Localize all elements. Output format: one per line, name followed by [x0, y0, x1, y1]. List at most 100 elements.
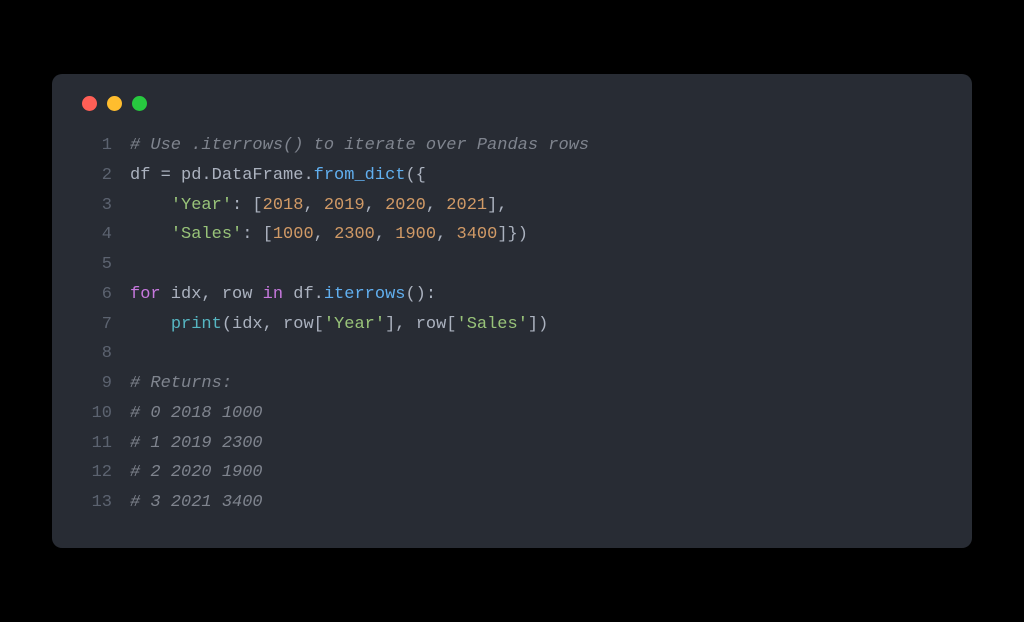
code-token: ,	[314, 225, 334, 244]
code-token: 2018	[263, 196, 304, 215]
line-number: 9	[78, 369, 112, 399]
code-token: in	[263, 285, 283, 304]
code-token: ():	[405, 285, 436, 304]
code-token: [	[314, 315, 324, 334]
code-content: # 2 2020 1900	[130, 458, 263, 488]
code-line: 11 # 1 2019 2300	[78, 429, 946, 459]
code-line: 8	[78, 339, 946, 369]
code-token: iterrows	[324, 285, 406, 304]
code-token: # 0 2018 1000	[130, 404, 263, 423]
maximize-icon[interactable]	[132, 96, 147, 111]
code-token: from_dict	[314, 166, 406, 185]
code-window: 1 # Use .iterrows() to iterate over Panda…	[52, 74, 972, 548]
code-token: : [	[242, 225, 273, 244]
code-token: 2019	[324, 196, 365, 215]
code-token: ,	[201, 285, 221, 304]
line-number: 13	[78, 488, 112, 518]
code-content: print(idx, row['Year'], row['Sales'])	[130, 310, 548, 340]
code-token: 'Sales'	[457, 315, 528, 334]
code-token: .	[201, 166, 211, 185]
code-token: ]})	[497, 225, 528, 244]
code-token: print	[171, 315, 222, 334]
code-line: 9 # Returns:	[78, 369, 946, 399]
code-token: idx	[161, 285, 202, 304]
line-number: 2	[78, 161, 112, 191]
code-token: ({	[405, 166, 425, 185]
code-token: df	[130, 166, 161, 185]
code-content: for idx, row in df.iterrows():	[130, 280, 436, 310]
code-content: 'Sales': [1000, 2300, 1900, 3400]})	[130, 220, 528, 250]
code-token: 2020	[385, 196, 426, 215]
code-content: 'Year': [2018, 2019, 2020, 2021],	[130, 191, 508, 221]
code-line: 5	[78, 250, 946, 280]
window-controls	[78, 96, 946, 111]
code-content: df = pd.DataFrame.from_dict({	[130, 161, 426, 191]
code-line: 6 for idx, row in df.iterrows():	[78, 280, 946, 310]
code-line: 1 # Use .iterrows() to iterate over Panda…	[78, 131, 946, 161]
line-number: 7	[78, 310, 112, 340]
code-token	[130, 315, 171, 334]
code-block: 1 # Use .iterrows() to iterate over Panda…	[78, 131, 946, 518]
code-token: =	[161, 166, 181, 185]
code-content: # 0 2018 1000	[130, 399, 263, 429]
code-token: ])	[528, 315, 548, 334]
code-token: [	[446, 315, 456, 334]
code-line: 10 # 0 2018 1000	[78, 399, 946, 429]
line-number: 6	[78, 280, 112, 310]
code-token: 'Year'	[324, 315, 385, 334]
code-token: 'Year'	[171, 196, 232, 215]
code-token: idx	[232, 315, 263, 334]
code-token	[130, 196, 171, 215]
code-token: ,	[303, 196, 323, 215]
code-line: 7 print(idx, row['Year'], row['Sales'])	[78, 310, 946, 340]
code-token: ,	[263, 315, 283, 334]
line-number: 10	[78, 399, 112, 429]
code-line: 2df = pd.DataFrame.from_dict({	[78, 161, 946, 191]
line-number: 5	[78, 250, 112, 280]
minimize-icon[interactable]	[107, 96, 122, 111]
line-number: 8	[78, 339, 112, 369]
code-content: # Use .iterrows() to iterate over Pandas…	[130, 131, 589, 161]
code-token: for	[130, 285, 161, 304]
code-token: 3400	[457, 225, 498, 244]
code-token: 'Sales'	[171, 225, 242, 244]
code-token: # Returns:	[130, 374, 232, 393]
code-token: # 1 2019 2300	[130, 434, 263, 453]
code-token: df	[283, 285, 314, 304]
code-token: row	[222, 285, 263, 304]
code-token: 2300	[334, 225, 375, 244]
code-token: # 3 2021 3400	[130, 493, 263, 512]
code-token: (	[222, 315, 232, 334]
code-token: ],	[487, 196, 507, 215]
code-token: 1000	[273, 225, 314, 244]
code-token	[130, 225, 171, 244]
code-token: ,	[426, 196, 446, 215]
line-number: 4	[78, 220, 112, 250]
code-token: 1900	[395, 225, 436, 244]
code-token: row	[283, 315, 314, 334]
code-token: pd	[181, 166, 201, 185]
code-token: # 2 2020 1900	[130, 463, 263, 482]
code-token: DataFrame	[212, 166, 304, 185]
line-number: 11	[78, 429, 112, 459]
code-token: 2021	[446, 196, 487, 215]
code-line: 3 'Year': [2018, 2019, 2020, 2021],	[78, 191, 946, 221]
line-number: 3	[78, 191, 112, 221]
code-line: 13 # 3 2021 3400	[78, 488, 946, 518]
code-content: # 1 2019 2300	[130, 429, 263, 459]
code-token: row	[416, 315, 447, 334]
code-content: # Returns:	[130, 369, 232, 399]
line-number: 1	[78, 131, 112, 161]
code-token: : [	[232, 196, 263, 215]
code-token: # Use .iterrows() to iterate over Pandas…	[130, 136, 589, 155]
code-token: .	[314, 285, 324, 304]
code-token: ,	[375, 225, 395, 244]
code-token: ],	[385, 315, 416, 334]
close-icon[interactable]	[82, 96, 97, 111]
code-token: ,	[365, 196, 385, 215]
code-token: ,	[436, 225, 456, 244]
code-line: 12 # 2 2020 1900	[78, 458, 946, 488]
code-content: # 3 2021 3400	[130, 488, 263, 518]
code-token: .	[303, 166, 313, 185]
line-number: 12	[78, 458, 112, 488]
